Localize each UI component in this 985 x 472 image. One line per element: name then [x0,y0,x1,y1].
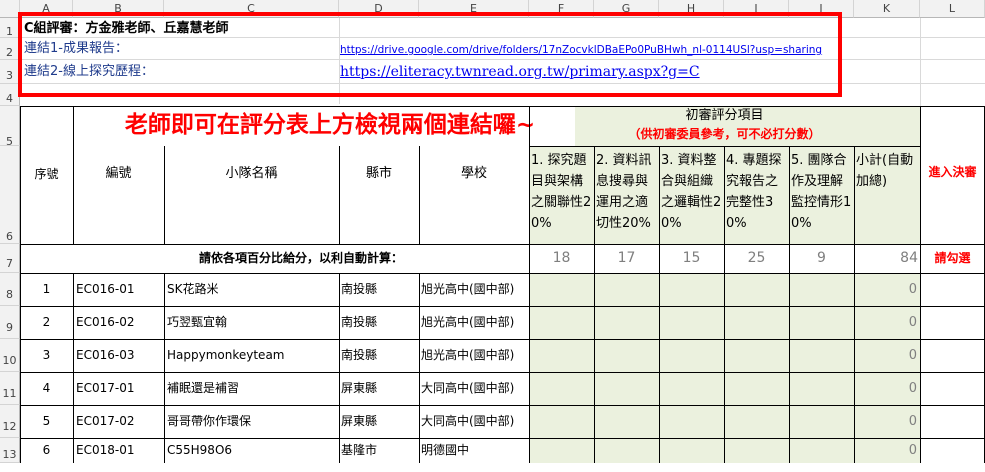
cell-subtotal: 0 [908,282,917,297]
row-header-3[interactable]: 3 [0,60,20,84]
cell-seq[interactable]: 4 [20,372,73,405]
cell-team[interactable]: C55H98O6 [167,438,339,463]
criterion-4: 4. 專題探究報告之完整性30% [726,153,782,231]
table-border [724,146,725,463]
score-criterion-4[interactable]: 25 [724,244,789,273]
cell-code[interactable]: EC016-01 [76,273,164,306]
row-header-2[interactable]: 2 [0,38,20,60]
cell-seq[interactable]: 1 [20,273,73,306]
table-border [789,146,790,463]
table-border [594,146,595,463]
cell-code[interactable]: EC016-03 [76,339,164,372]
cell-team[interactable]: 補眠還是補習 [167,372,339,405]
cell-seq[interactable]: 5 [20,405,73,438]
table-border [73,106,74,244]
header-seq: 序號 [34,167,59,181]
cell-school[interactable]: 旭光高中(國中部) [421,273,529,306]
spreadsheet: A B C D E F G H I J K L 1 2 3 4 5 6 7 8 … [0,0,985,463]
table-border [20,244,985,245]
criterion-1: 1. 探究題目與架構之關聯性20% [531,153,592,231]
cell-team[interactable]: 哥哥帶你作環保 [167,405,339,438]
annotation-callout: 老師即可在評分表上方檢視兩個連結囉~ [85,104,575,146]
cell-county[interactable]: 屏東縣 [341,372,419,405]
cell-school[interactable]: 旭光高中(國中部) [421,339,529,372]
gridline [920,18,921,106]
cell-county[interactable]: 南投縣 [341,339,419,372]
table-border [659,146,660,463]
cell-school[interactable]: 旭光高中(國中部) [421,306,529,339]
criterion-3: 3. 資料整合與組織之邏輯性20% [661,153,722,231]
cell-county[interactable]: 南投縣 [341,306,419,339]
links-highlight-box [18,12,842,97]
cell-code[interactable]: EC016-02 [76,306,164,339]
table-border [529,106,530,463]
score-criterion-1[interactable]: 18 [529,244,594,273]
header-final: 進入決審 [928,165,977,179]
header-county: 縣市 [365,166,392,181]
header-team: 小隊名稱 [225,166,278,181]
column-header-k[interactable]: K [854,0,920,18]
header-code: 編號 [105,166,132,181]
row-header-7[interactable]: 7 [0,244,20,273]
cell-code[interactable]: EC018-01 [76,438,164,463]
row-header-1[interactable]: 1 [0,18,20,38]
header-school: 學校 [460,166,487,181]
row-header-5[interactable]: 5 [0,106,20,148]
select-all-corner[interactable] [0,0,20,18]
cell-seq[interactable]: 3 [20,339,73,372]
cell-subtotal: 0 [908,348,917,363]
row-header-6[interactable]: 6 [0,146,20,244]
cell-code[interactable]: EC017-01 [76,372,164,405]
criterion-subtotal: 小計(自動加總) [856,153,914,189]
instruction-text: 請依各項百分比給分，以利自動計算： [198,251,403,265]
table-border [419,146,420,244]
cell-school[interactable]: 大同高中(國中部) [421,405,529,438]
score-criterion-3[interactable]: 15 [659,244,724,273]
cell-subtotal: 0 [908,381,917,396]
table-border [854,146,855,463]
check-label: 請勾選 [934,251,971,265]
cell-seq[interactable]: 6 [20,438,73,463]
cell-team[interactable]: Happymonkeyteam [167,339,339,372]
criterion-2: 2. 資料訊息搜尋與運用之適切性20% [596,153,652,231]
criteria-group-title: 初審評分項目 [685,108,764,123]
table-border [73,273,74,463]
row-header-11[interactable]: 11 [0,372,20,405]
row-header-4[interactable]: 4 [0,84,20,106]
row-header-13[interactable]: 13 [0,438,20,463]
score-criterion-2[interactable]: 17 [594,244,659,273]
score-criterion-5[interactable]: 9 [789,244,854,273]
cell-subtotal: 0 [908,315,917,330]
cell-subtotal: 0 [908,443,917,458]
cell-seq[interactable]: 2 [20,306,73,339]
cell-school[interactable]: 大同高中(國中部) [421,372,529,405]
table-border [20,106,21,463]
table-border [164,273,165,463]
criteria-group-note: （供初審委員參考，可不必打分數） [628,127,821,141]
cell-county[interactable]: 南投縣 [341,273,419,306]
cell-school[interactable]: 明德國中 [421,438,529,463]
column-header-l[interactable]: L [920,0,985,18]
cell-code[interactable]: EC017-02 [76,405,164,438]
cell-county[interactable]: 基隆市 [341,438,419,463]
score-subtotal: 84 [900,250,918,266]
table-border [339,146,340,244]
row-header-10[interactable]: 10 [0,339,20,372]
row-header-12[interactable]: 12 [0,405,20,438]
cell-county[interactable]: 屏東縣 [341,405,419,438]
row-header-8[interactable]: 8 [0,273,20,306]
table-border [339,273,340,463]
table-border [20,106,985,107]
table-border [164,146,165,244]
cell-subtotal: 0 [908,414,917,429]
table-border [920,106,921,463]
cell-team[interactable]: SK花路米 [167,273,339,306]
row-header-9[interactable]: 9 [0,306,20,339]
cell-team[interactable]: 巧翌甄宜翰 [167,306,339,339]
table-border [419,273,420,463]
criterion-5: 5. 團隊合作及理解監控情形10% [791,153,852,231]
